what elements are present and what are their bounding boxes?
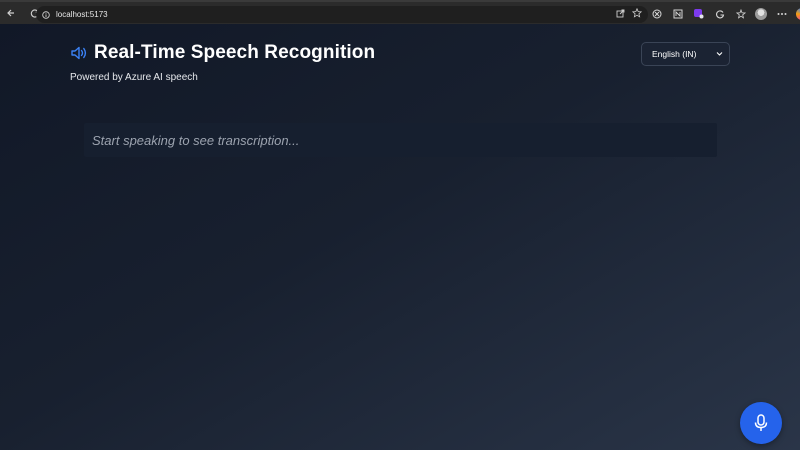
language-select-value: English (IN) [652,49,697,59]
more-menu-icon[interactable] [775,7,788,20]
subtitle: Powered by Azure AI speech [70,72,198,83]
speaker-icon [71,46,87,60]
address-bar[interactable]: localhost:5173 [36,6,648,23]
site-info-icon [42,10,50,19]
microphone-button[interactable] [740,402,782,444]
browser-toolbar: localhost:5173 [0,0,800,24]
back-arrow-icon [7,9,14,17]
collections-icon[interactable] [734,7,747,20]
header: Real-Time Speech Recognition [70,42,375,64]
extension-icon[interactable] [650,7,663,20]
favorite-star-icon[interactable] [632,8,642,18]
transcription-placeholder: Start speaking to see transcription... [92,132,300,148]
transcription-box: Start speaking to see transcription... [84,123,717,157]
chevron-down-icon [716,52,723,56]
grammarly-extension-icon[interactable] [713,7,726,20]
profile-avatar[interactable] [755,7,767,20]
page-title: Real-Time Speech Recognition [94,42,376,63]
back-button[interactable] [2,4,20,22]
app-container: Real-Time Speech Recognition Powered by … [0,24,800,450]
language-select[interactable]: English (IN) [641,42,730,66]
notion-extension-icon[interactable] [671,7,684,20]
copilot-icon[interactable] [796,7,800,20]
microphone-icon [754,414,768,431]
open-in-app-icon[interactable] [616,9,625,18]
url-text: localhost:5173 [56,10,108,19]
purple-extension-icon[interactable] [692,7,705,20]
